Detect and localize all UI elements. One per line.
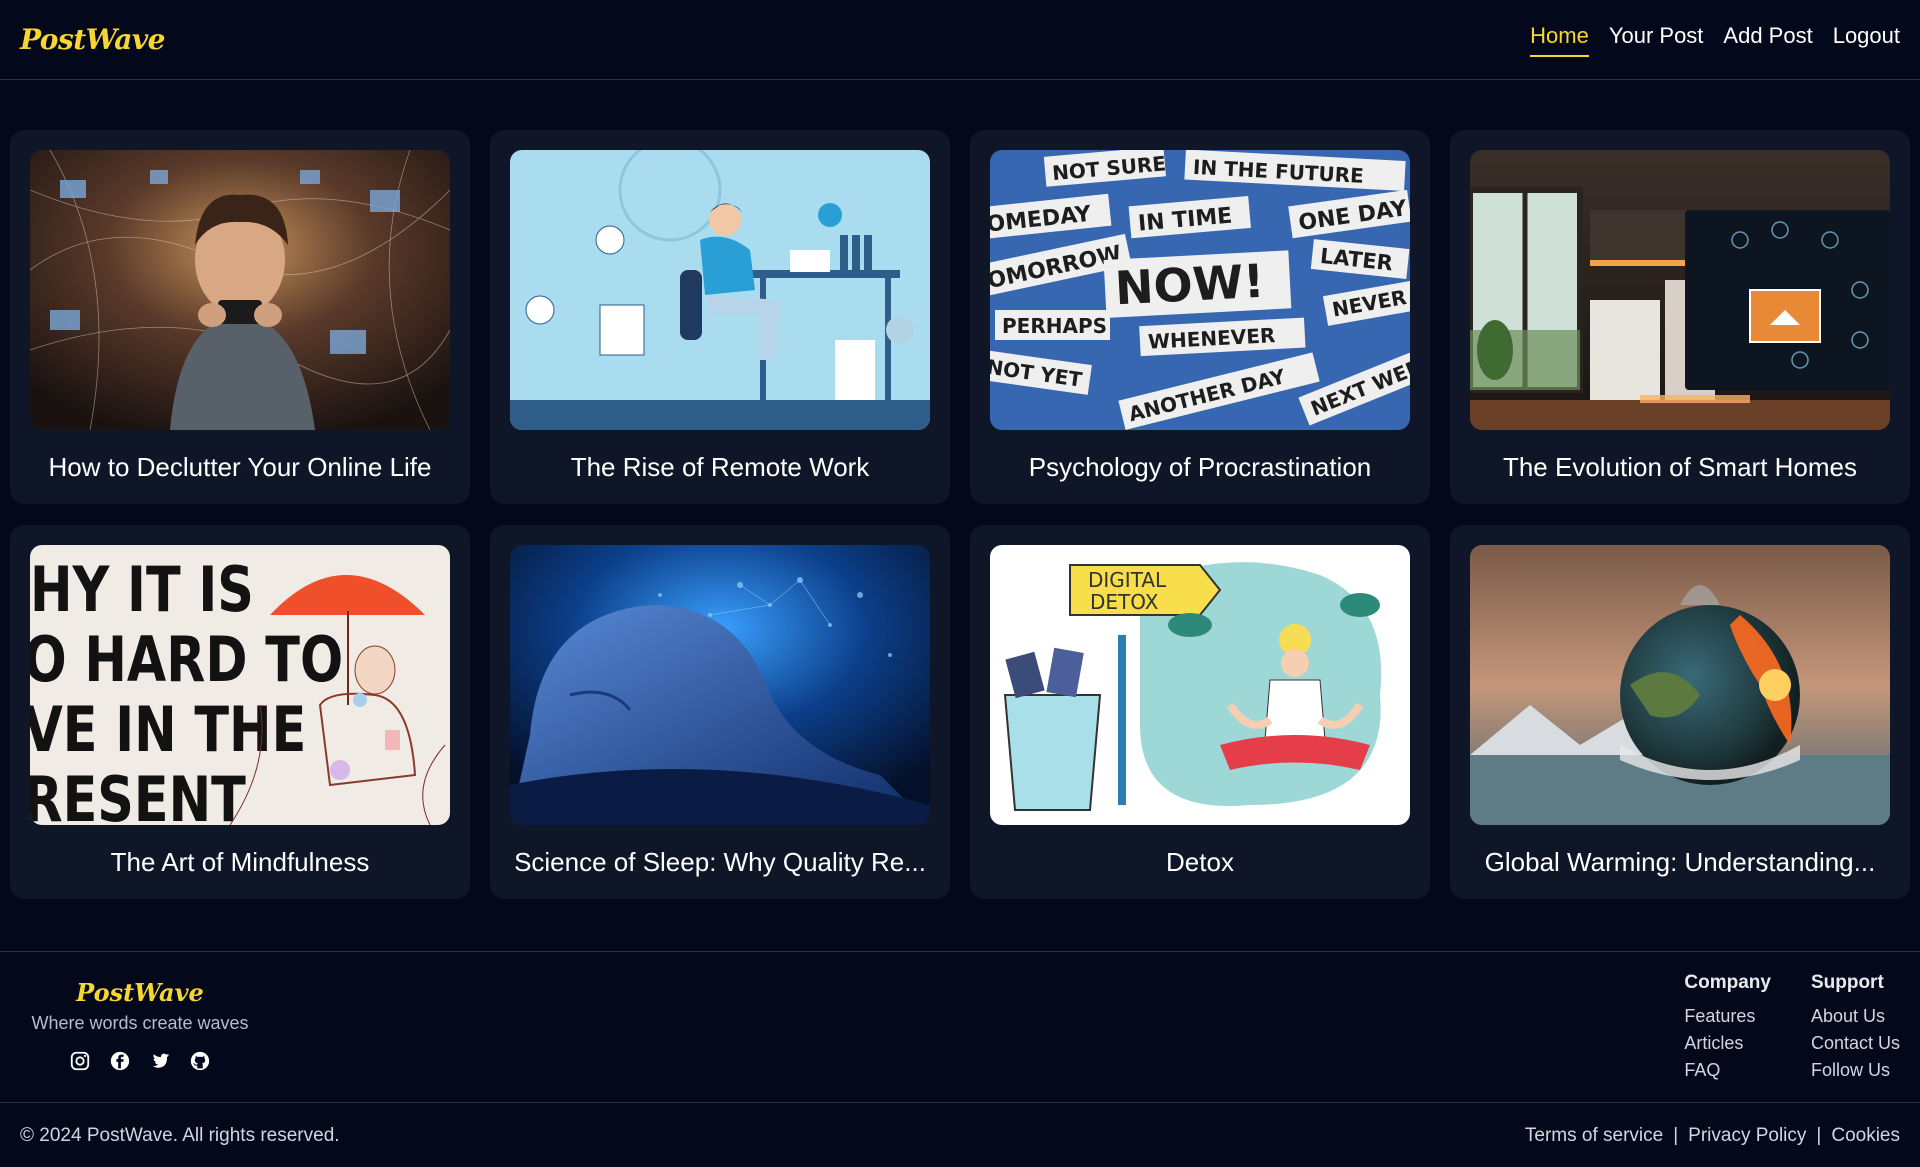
footer-column-heading: Company (1684, 972, 1771, 993)
brand-logo[interactable]: PostWave (20, 23, 165, 56)
footer-link-features[interactable]: Features (1684, 1006, 1771, 1027)
post-title[interactable]: Global Warming: Understanding... (1470, 847, 1890, 878)
post-title[interactable]: Science of Sleep: Why Quality Re... (510, 847, 930, 878)
post-thumbnail[interactable] (30, 150, 450, 430)
detox-sign-text: DIGITAL (1088, 568, 1167, 592)
legal-separator: | (1816, 1124, 1822, 1146)
footer-column-heading: Support (1810, 972, 1884, 993)
github-icon[interactable] (189, 1050, 211, 1072)
sleeping-head-image (510, 545, 930, 825)
cookies-link[interactable]: Cookies (1831, 1125, 1900, 1147)
footer-link-contact-us[interactable]: Contact Us (1811, 1033, 1900, 1054)
poster-text: O HARD TO (30, 624, 343, 696)
post-thumbnail[interactable]: DIGITAL DETOX (990, 545, 1410, 825)
man-using-phone-image (30, 150, 450, 430)
post-thumbnail[interactable] (1470, 150, 1890, 430)
footer-link-articles[interactable]: Articles (1684, 1033, 1771, 1054)
post-grid: How to Declutter Your Online Life The Ri… (10, 130, 1910, 899)
legal-separator: | (1673, 1124, 1679, 1146)
post-title[interactable]: The Art of Mindfulness (30, 847, 450, 878)
post-title[interactable]: Psychology of Procrastination (990, 452, 1410, 483)
nav-logout-link[interactable]: Logout (1833, 23, 1900, 57)
live-in-present-poster-image: HY IT IS O HARD TO VE IN THE RESENT (30, 545, 450, 825)
poster-text: VE IN THE (30, 694, 306, 766)
nav-your-post-link[interactable]: Your Post (1609, 23, 1704, 57)
post-card[interactable]: Global Warming: Understanding... (1450, 525, 1910, 899)
post-thumbnail[interactable] (1470, 545, 1890, 825)
post-title[interactable]: Detox (990, 847, 1410, 878)
footer-logo[interactable]: PostWave (20, 978, 260, 1007)
twitter-icon[interactable] (149, 1050, 171, 1072)
post-thumbnail[interactable] (510, 545, 930, 825)
instagram-icon[interactable] (69, 1050, 91, 1072)
post-title[interactable]: The Rise of Remote Work (510, 452, 930, 483)
footer-tagline: Where words create waves (31, 1013, 249, 1033)
nav-add-post-link[interactable]: Add Post (1723, 23, 1812, 57)
procrastination-clippings-image: NOT SURE IN THE FUTURE OMEDAY IN TIME ON… (990, 150, 1410, 430)
post-title[interactable]: The Evolution of Smart Homes (1470, 452, 1890, 483)
terms-of-service-link[interactable]: Terms of service (1525, 1125, 1663, 1147)
footer-brand: PostWave Where words create waves (20, 978, 260, 1072)
footer-link-follow-us[interactable]: Follow Us (1811, 1060, 1900, 1081)
footer: PostWave Where words create waves Compan… (0, 951, 1920, 1103)
digital-detox-image: DIGITAL DETOX (990, 545, 1410, 825)
footer-column-support: Support About Us Contact Us Follow Us (1811, 972, 1900, 1087)
post-card[interactable]: HY IT IS O HARD TO VE IN THE RESENT The … (10, 525, 470, 899)
burning-earth-image (1470, 545, 1890, 825)
post-card[interactable]: How to Declutter Your Online Life (10, 130, 470, 504)
footer-column-company: Company Features Articles FAQ (1684, 972, 1771, 1087)
navbar: PostWave Home Your Post Add Post Logout (0, 0, 1920, 80)
post-thumbnail[interactable] (510, 150, 930, 430)
post-card[interactable]: The Evolution of Smart Homes (1450, 130, 1910, 504)
poster-text: HY IT IS (30, 554, 254, 626)
footer-link-about-us[interactable]: About Us (1811, 1006, 1900, 1027)
footer-bottom-bar: © 2024 PostWave. All rights reserved. Te… (0, 1104, 1920, 1167)
nav-links: Home Your Post Add Post Logout (1530, 23, 1900, 57)
detox-sign-text: DETOX (1090, 590, 1159, 614)
smart-home-kitchen-image (1470, 150, 1890, 430)
post-thumbnail[interactable]: NOT SURE IN THE FUTURE OMEDAY IN TIME ON… (990, 150, 1410, 430)
legal-links: Terms of service | Privacy Policy | Cook… (1525, 1125, 1900, 1147)
clipping-word: PERHAPS (1002, 314, 1107, 338)
remote-work-illustration (510, 150, 930, 430)
nav-home-link[interactable]: Home (1530, 23, 1589, 57)
clipping-word: NOW! (1114, 254, 1266, 316)
post-card[interactable]: Science of Sleep: Why Quality Re... (490, 525, 950, 899)
post-thumbnail[interactable]: HY IT IS O HARD TO VE IN THE RESENT (30, 545, 450, 825)
facebook-icon[interactable] (109, 1050, 131, 1072)
social-links (20, 1050, 260, 1072)
post-card[interactable]: The Rise of Remote Work (490, 130, 950, 504)
post-card[interactable]: DIGITAL DETOX Detox (970, 525, 1430, 899)
post-title[interactable]: How to Declutter Your Online Life (30, 452, 450, 483)
poster-text: RESENT (30, 764, 246, 825)
copyright-text: © 2024 PostWave. All rights reserved. (20, 1124, 340, 1146)
footer-columns: Company Features Articles FAQ Support Ab… (1684, 972, 1900, 1087)
post-card[interactable]: NOT SURE IN THE FUTURE OMEDAY IN TIME ON… (970, 130, 1430, 504)
privacy-policy-link[interactable]: Privacy Policy (1688, 1125, 1806, 1147)
footer-link-faq[interactable]: FAQ (1684, 1060, 1771, 1081)
